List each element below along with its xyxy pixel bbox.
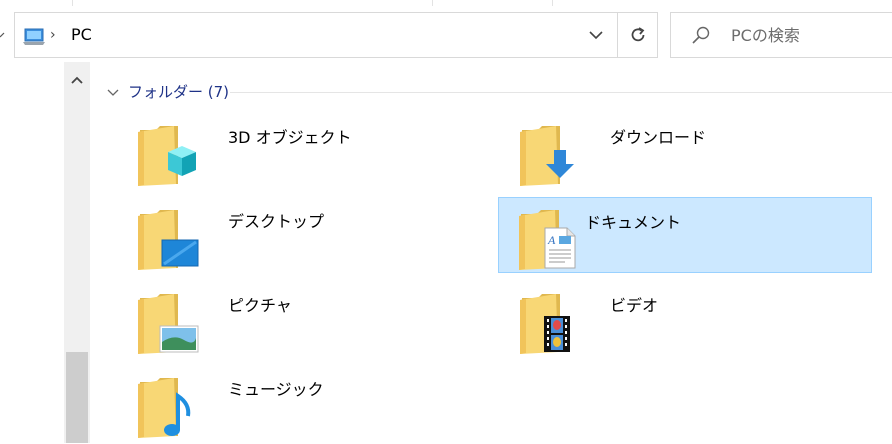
address-bar[interactable]: › PC <box>14 12 658 58</box>
folder-label: 3D オブジェクト <box>228 128 352 147</box>
scroll-up-button[interactable] <box>64 70 90 90</box>
scroll-thumb[interactable] <box>66 352 88 443</box>
chevron-down-icon <box>107 89 119 96</box>
group-divider <box>230 92 892 93</box>
folder-tile-documents[interactable]: A ドキュメント <box>498 197 872 273</box>
downloads-folder-icon <box>516 122 574 188</box>
folder-tile-downloads[interactable]: ダウンロード <box>500 116 874 192</box>
folder-tile-pictures[interactable]: ピクチャ <box>118 284 492 360</box>
svg-text:A: A <box>547 233 556 247</box>
folder-label: ミュージック <box>228 380 324 399</box>
folder-tile-desktop[interactable]: デスクトップ <box>118 200 492 276</box>
search-icon <box>691 25 711 45</box>
folder-tile-3d-objects[interactable]: 3D オブジェクト <box>118 116 492 192</box>
folder-label: ドキュメント <box>585 213 682 232</box>
group-title: フォルダー (7) <box>128 83 230 101</box>
chevron-down-icon <box>589 31 603 40</box>
this-pc-icon <box>21 27 47 47</box>
documents-folder-icon: A <box>515 206 576 272</box>
folder-label: ダウンロード <box>610 128 707 147</box>
navigation-toolbar: › PC PCの検索 <box>0 6 892 60</box>
search-box[interactable]: PCの検索 <box>670 12 892 58</box>
folder-label: ビデオ <box>610 296 659 315</box>
chevron-up-icon <box>71 76 83 84</box>
desktop-folder-icon <box>134 206 199 272</box>
3d-objects-folder-icon <box>134 122 196 188</box>
search-placeholder: PCの検索 <box>731 26 800 45</box>
navigation-pane-scrollbar[interactable] <box>64 62 90 443</box>
music-folder-icon <box>134 374 191 440</box>
breadcrumb-separator[interactable]: › <box>50 25 56 45</box>
breadcrumb-pc[interactable]: PC <box>71 25 92 45</box>
folder-tile-music[interactable]: ミュージック <box>118 368 492 444</box>
address-history-dropdown[interactable] <box>576 13 616 57</box>
file-list-view[interactable]: フォルダー (7) 3D オブジェクト ダウンロード デスクトップ A ドキュメ… <box>92 62 892 443</box>
folder-tile-videos[interactable]: ビデオ <box>500 284 874 360</box>
folder-label: デスクトップ <box>228 212 325 231</box>
videos-folder-icon <box>516 290 570 356</box>
refresh-icon <box>631 27 645 42</box>
folder-label: ピクチャ <box>228 296 292 315</box>
pictures-folder-icon <box>134 290 199 356</box>
up-arrow-icon[interactable] <box>0 30 6 42</box>
refresh-button[interactable] <box>617 13 658 57</box>
folders-group-header[interactable]: フォルダー (7) <box>106 80 229 104</box>
navigation-pane[interactable] <box>0 62 64 443</box>
